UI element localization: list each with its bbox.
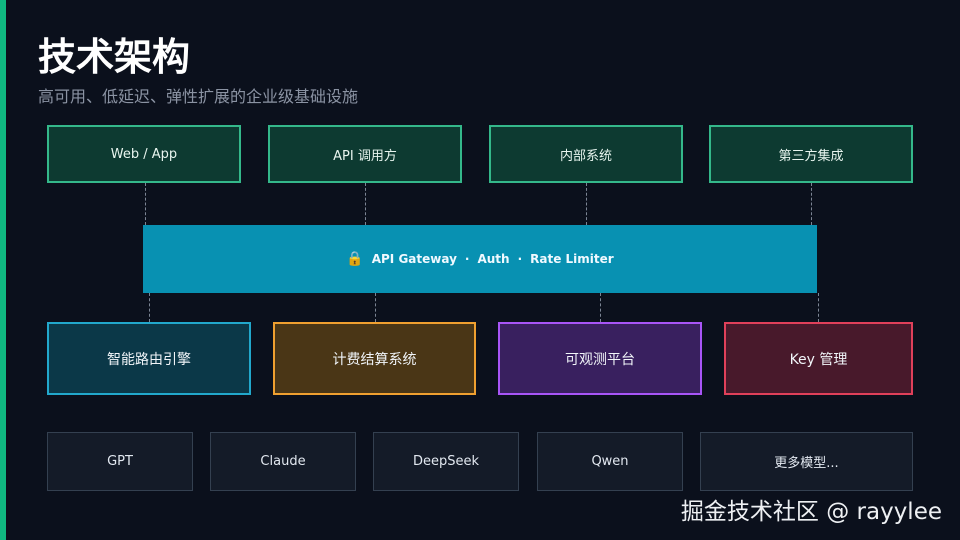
client-internal-system: 内部系统 [489,125,683,183]
gateway-label: API Gateway [371,252,457,266]
connector [145,183,146,225]
api-gateway: 🔒 API Gateway · Auth · Rate Limiter [143,225,817,293]
connector [600,293,601,322]
lock-icon: 🔒 [346,251,364,267]
rate-limiter-label: Rate Limiter [530,252,614,266]
model-deepseek: DeepSeek [373,432,519,491]
service-billing: 计费结算系统 [273,322,476,395]
connector [811,183,812,225]
watermark: 掘金技术社区 @ rayylee [680,499,942,525]
client-web-app: Web / App [47,125,241,183]
accent-bar [0,0,6,540]
model-claude: Claude [210,432,356,491]
connector [375,293,376,322]
client-third-party: 第三方集成 [709,125,913,183]
client-api-caller: API 调用方 [268,125,462,183]
separator: · [464,252,470,266]
separator: · [517,252,523,266]
model-gpt: GPT [47,432,193,491]
service-routing-engine: 智能路由引擎 [47,322,251,395]
model-more: 更多模型... [700,432,913,491]
auth-label: Auth [477,252,510,266]
connector [149,293,150,322]
page-subtitle: 高可用、低延迟、弹性扩展的企业级基础设施 [38,87,359,106]
page-title: 技术架构 [38,35,191,79]
service-observability: 可观测平台 [498,322,702,395]
connector [818,293,819,322]
connector [365,183,366,225]
service-key-management: Key 管理 [724,322,913,395]
connector [586,183,587,225]
model-qwen: Qwen [537,432,683,491]
